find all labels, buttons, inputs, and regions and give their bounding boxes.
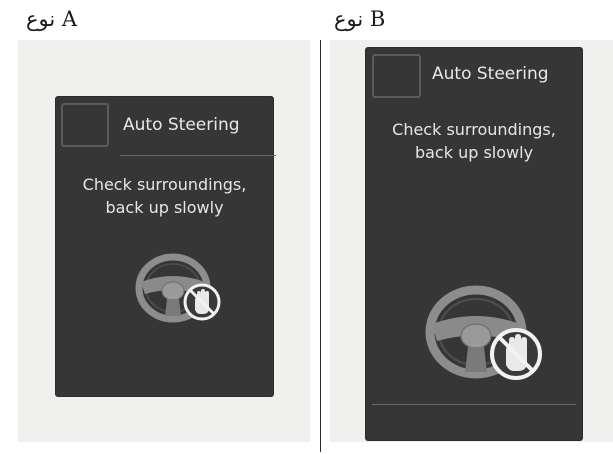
steering-wheel-hands-off-graphic [131,250,231,330]
warning-message-line-2: back up slowly [414,143,534,162]
type-a-panel: Auto Steering Check surroundings, back u… [18,40,310,442]
title-divider [120,155,276,156]
warning-message-line-1: Check surroundings, [82,175,247,194]
panel-divider [320,40,321,452]
screen-title: Auto Steering [123,115,240,135]
auto-steering-checkbox[interactable] [61,103,109,147]
warning-message: Check surroundings, back up slowly [366,118,582,164]
bottom-divider [372,404,576,405]
warning-message-line-2: back up slowly [105,198,224,217]
warning-message: Check surroundings, back up slowly [56,173,273,219]
hands-off-icon [183,283,221,321]
hands-off-icon [490,328,542,380]
warning-message-line-1: Check surroundings, [392,120,556,139]
type-a-label: نوع A [26,7,78,31]
type-b-cluster-screen: Auto Steering Check surroundings, back u… [366,48,582,440]
auto-steering-checkbox[interactable] [372,54,421,98]
screen-title: Auto Steering [432,64,549,84]
type-b-label: نوع B [334,7,386,31]
type-a-cluster-screen: Auto Steering Check surroundings, back u… [56,97,276,396]
type-b-panel: Auto Steering Check surroundings, back u… [330,40,613,442]
steering-wheel-hands-off-graphic [418,280,554,392]
